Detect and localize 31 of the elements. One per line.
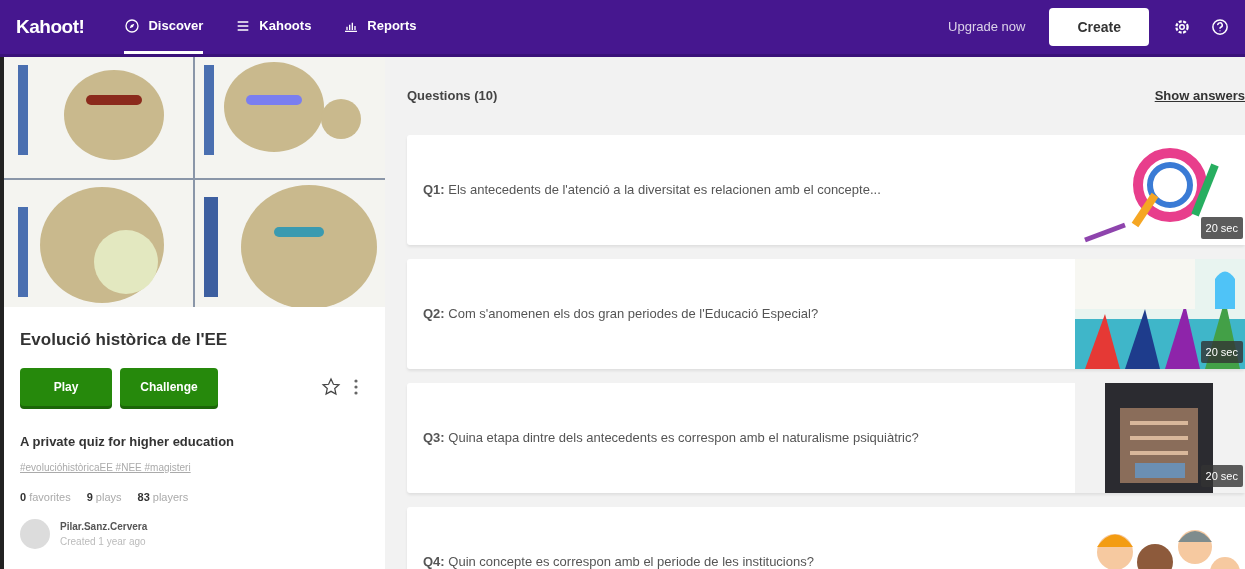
show-answers-link[interactable]: Show answers bbox=[1154, 86, 1245, 106]
help-icon[interactable] bbox=[1211, 18, 1229, 36]
question-card[interactable]: Q3: Quina etapa dintre dels antecedents es correspon amb el naturalisme psiquiàtric? 20 sec bbox=[407, 383, 1245, 493]
stat-text: 9 plays bbox=[86, 489, 122, 505]
kahoot-title: Evolució històrica de l'EE bbox=[20, 329, 229, 351]
quiz-description: A private quiz for higher education bbox=[20, 433, 236, 452]
question-text: Q2: Com s'anomenen els dos gran periodes de l'Educació Especial? bbox=[423, 304, 820, 323]
settings-icon[interactable] bbox=[1173, 18, 1191, 36]
author-name[interactable]: Pilar.Sanz.Cervera bbox=[60, 519, 148, 535]
nav-tab[interactable]: Reports bbox=[343, 0, 417, 54]
questions-heading: Questions (10) bbox=[407, 87, 498, 106]
compass-icon bbox=[124, 17, 141, 34]
create-button[interactable]: Create bbox=[1049, 8, 1149, 46]
question-text: Q4: Quin concepte es correspon amb el periode de les institucions? bbox=[423, 552, 815, 569]
question-card[interactable]: Q2: Com s'anomenen els dos gran periodes de l'Educació Especial? 20 sec bbox=[407, 259, 1245, 369]
star-icon[interactable] bbox=[321, 377, 341, 398]
stat-text: 0 favorites bbox=[20, 489, 71, 505]
avatar bbox=[20, 519, 50, 550]
stat-text: 83 players bbox=[137, 489, 189, 505]
more-options-icon[interactable] bbox=[353, 378, 359, 397]
play-button[interactable]: Play bbox=[20, 368, 112, 407]
upgrade-link[interactable]: Upgrade now bbox=[948, 17, 1026, 37]
kahoot-logo[interactable]: Kahoot! bbox=[16, 12, 85, 42]
challenge-button[interactable]: Challenge bbox=[120, 368, 218, 407]
question-text: Q1: Els antecedents de l'atenció a la diversitat es relacionen amb el concepte... bbox=[423, 180, 882, 199]
created-date: Created 1 year ago bbox=[60, 535, 147, 550]
question-card[interactable]: Q4: Quin concepte es correspon amb el periode de les institucions? bbox=[407, 507, 1245, 569]
nav-tab[interactable]: Discover bbox=[124, 0, 204, 54]
question-text: Q3: Quina etapa dintre dels antecedents es correspon amb el naturalisme psiquiàtric? bbox=[423, 428, 920, 447]
question-card[interactable]: Q1: Els antecedents de l'atenció a la diversitat es relacionen amb el concepte... 20 sec bbox=[407, 135, 1245, 245]
nav-tab[interactable]: Kahoots bbox=[235, 0, 312, 54]
